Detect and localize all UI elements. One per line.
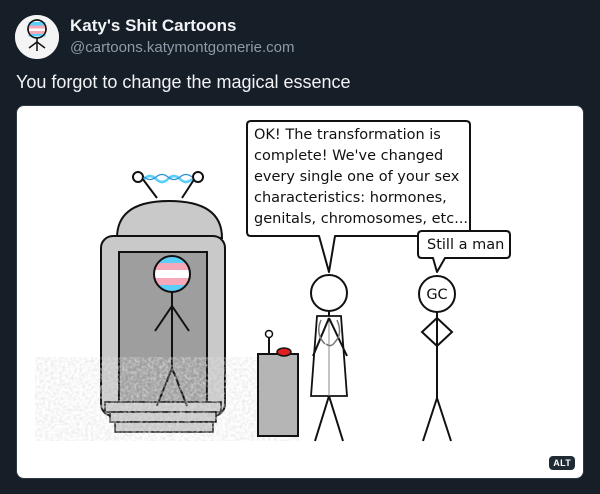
doctor-figure xyxy=(310,274,348,442)
stick-figure-avatar-icon xyxy=(15,15,59,59)
author-avatar[interactable] xyxy=(15,15,59,59)
gc-speech-text: Still a man xyxy=(427,237,504,253)
author-name[interactable]: Katy's Shit Cartoons xyxy=(70,16,237,36)
post-image[interactable]: GC OK! The transformation is complete! W… xyxy=(16,105,584,479)
gc-speech-bubble: Still a man xyxy=(417,230,511,273)
post-text: You forgot to change the magical essence xyxy=(16,72,351,92)
gc-figure: GC xyxy=(418,275,456,442)
smoke-effect xyxy=(57,364,277,434)
control-console xyxy=(257,329,299,437)
doctor-speech-line-5: genitals, chromosomes, etc... xyxy=(254,211,468,227)
gc-label: GC xyxy=(426,287,447,303)
comic-illustration: GC OK! The transformation is complete! W… xyxy=(57,120,511,442)
doctor-speech-line-2: complete! We've changed xyxy=(254,148,443,164)
author-handle[interactable]: @cartoons.katymontgomerie.com xyxy=(70,39,294,56)
doctor-speech-line-1: OK! The transformation is xyxy=(254,127,441,143)
alt-text-button[interactable]: ALT xyxy=(549,456,575,470)
doctor-speech-line-4: characteristics: hormones, xyxy=(254,190,447,206)
doctor-speech-line-3: every single one of your sex xyxy=(254,169,460,185)
